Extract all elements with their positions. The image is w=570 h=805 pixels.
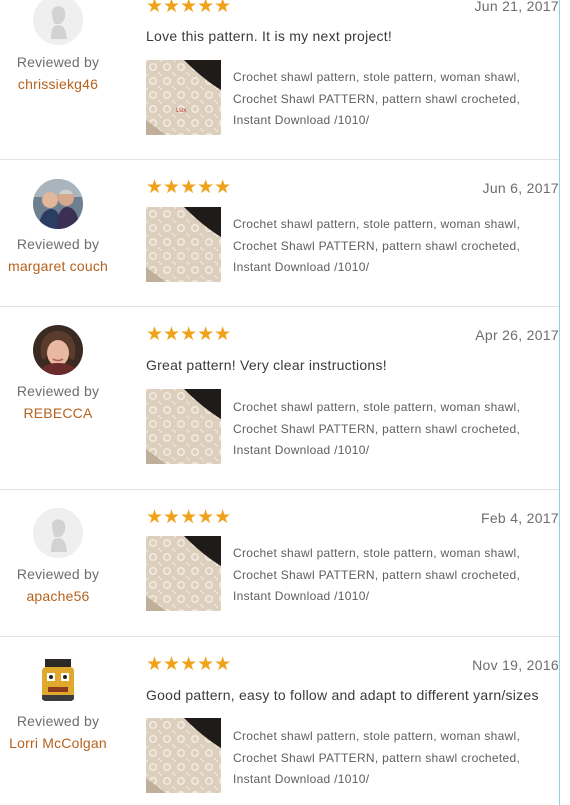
review-date: Jun 21, 2017 [474,0,559,14]
reviewer-name-link[interactable]: Lorri McColgan [0,735,116,751]
star-rating: ★★★★★ [146,177,232,198]
reviewer-name-link[interactable]: chrissiekg46 [0,76,116,92]
star-rating: ★★★★★ [146,0,232,17]
review-item: Reviewed by chrissiekg46 ★★★★★ Jun 21, 2… [0,0,559,160]
reviewer-name-link[interactable]: REBECCA [0,405,116,421]
review-date: Jun 6, 2017 [482,180,559,196]
reviewed-by-label: Reviewed by [16,566,100,582]
review-item: Reviewed by REBECCA ★★★★★ Apr 26, 2017 G… [0,307,559,489]
review-item: Reviewed by apache56 ★★★★★ Feb 4, 2017 C… [0,490,559,636]
reviewer-avatar-photo[interactable] [33,325,83,375]
star-rating: ★★★★★ [146,654,232,675]
item-thumbnail[interactable]: Lux [146,60,221,135]
item-title-link[interactable]: Crochet shawl pattern, stole pattern, wo… [233,726,553,791]
reviewer-avatar-photo[interactable] [33,655,83,705]
review-item: Reviewed by Lorri McColgan ★★★★★ Nov 19,… [0,637,559,805]
star-rating: ★★★★★ [146,507,232,528]
reviews-list: Reviewed by chrissiekg46 ★★★★★ Jun 21, 2… [0,0,559,805]
item-thumbnail[interactable] [146,536,221,611]
review-comment: Love this pattern. It is my next project… [146,28,393,44]
review-item: Reviewed by margaret couch ★★★★★ Jun 6, … [0,160,559,306]
reviewed-by-label: Reviewed by [16,236,100,252]
item-title-link[interactable]: Crochet shawl pattern, stole pattern, wo… [233,67,553,132]
reviewer-avatar-photo[interactable] [33,179,83,229]
reviewed-by-label: Reviewed by [16,713,100,729]
right-edge-border [559,0,560,805]
reviewed-by-label: Reviewed by [16,54,100,70]
reviewed-by-label: Reviewed by [16,383,100,399]
review-comment: Great pattern! Very clear instructions! [146,357,387,373]
item-thumbnail[interactable] [146,389,221,464]
default-avatar-icon[interactable] [33,508,83,558]
star-rating: ★★★★★ [146,324,232,345]
default-avatar-icon[interactable] [33,0,83,45]
svg-text:Lux: Lux [176,107,187,114]
reviewer-name-link[interactable]: margaret couch [0,258,116,274]
item-thumbnail[interactable] [146,718,221,793]
review-date: Nov 19, 2016 [472,657,559,673]
item-title-link[interactable]: Crochet shawl pattern, stole pattern, wo… [233,214,553,279]
review-date: Apr 26, 2017 [475,327,559,343]
item-title-link[interactable]: Crochet shawl pattern, stole pattern, wo… [233,397,553,462]
item-thumbnail[interactable] [146,207,221,282]
reviewer-name-link[interactable]: apache56 [0,588,116,604]
review-date: Feb 4, 2017 [480,510,559,526]
item-title-link[interactable]: Crochet shawl pattern, stole pattern, wo… [233,543,553,608]
review-comment: Good pattern, easy to follow and adapt t… [146,687,539,703]
